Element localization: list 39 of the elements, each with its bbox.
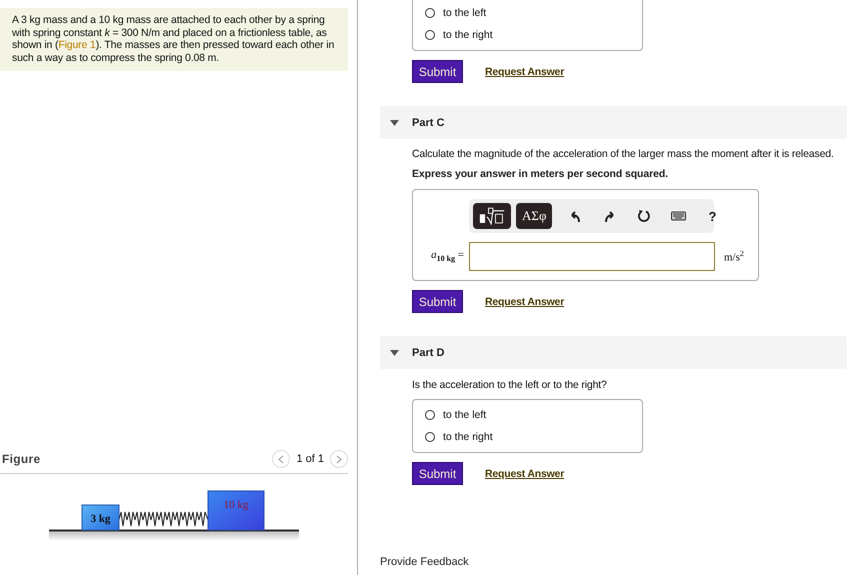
radio-button[interactable] (425, 8, 435, 18)
answer-field[interactable] (469, 242, 715, 271)
feedback-link[interactable]: Provide Feedback (380, 556, 469, 568)
mass-label: 3 kg (90, 513, 110, 525)
variable-label: a$_{10 kg}$ = (430, 249, 465, 264)
units-label: m/s$^{2}$ (724, 249, 744, 264)
submit-button[interactable]: Submit (412, 290, 463, 313)
figure-title: Figure (2, 452, 40, 466)
radio-button[interactable] (425, 30, 435, 40)
part-header[interactable]: Part C (380, 106, 847, 139)
chevron-right-icon (336, 454, 342, 464)
problem-text: A 3 kg mass and a 10 kg mass are attached to each other by a spring with spring constant k = 300 N/m and placed on a frictionless table, as shown in (Figure 1). The masses are then pressed toward each other in such a way as to compress the spring 0.08 m. (0, 8, 348, 71)
request-answer-link[interactable]: Request Answer (485, 296, 564, 308)
part-header[interactable]: Part D (380, 336, 847, 369)
radio-button[interactable] (425, 432, 435, 442)
reset-icon (636, 209, 652, 223)
mass-block (82, 504, 120, 530)
keyboard-icon (670, 209, 686, 223)
request-answer-link[interactable]: Request Answer (485, 468, 564, 480)
radio-option[interactable]: to the right (425, 431, 493, 443)
next-button[interactable] (330, 450, 348, 468)
root-template-icon (479, 206, 505, 226)
radio-option[interactable]: to the left (425, 409, 486, 421)
request-answer-link[interactable]: Request Answer (485, 66, 564, 78)
mass-block (208, 490, 264, 530)
mass-label: 10 kg (224, 499, 248, 511)
page-counter: 1 of 1 (296, 453, 324, 465)
question-text: Is the acceleration to the left or to the right? (412, 379, 608, 391)
symbols-button[interactable]: ΑΣφ (516, 203, 552, 229)
help-button[interactable]: ? (697, 208, 728, 224)
radio-button[interactable] (425, 410, 435, 420)
instruction-text: Express your answer in meters per second squared. (412, 168, 669, 180)
question-text: Calculate the magnitude of the acceleration of the larger mass the moment after it is released. (412, 148, 835, 160)
submit-button[interactable]: Submit (412, 60, 463, 83)
radio-option[interactable]: to the right (425, 29, 493, 41)
template-button[interactable] (473, 203, 511, 229)
chevron-left-icon (278, 454, 284, 464)
submit-button[interactable]: Submit (412, 462, 463, 485)
radio-option[interactable]: to the left (425, 7, 486, 19)
